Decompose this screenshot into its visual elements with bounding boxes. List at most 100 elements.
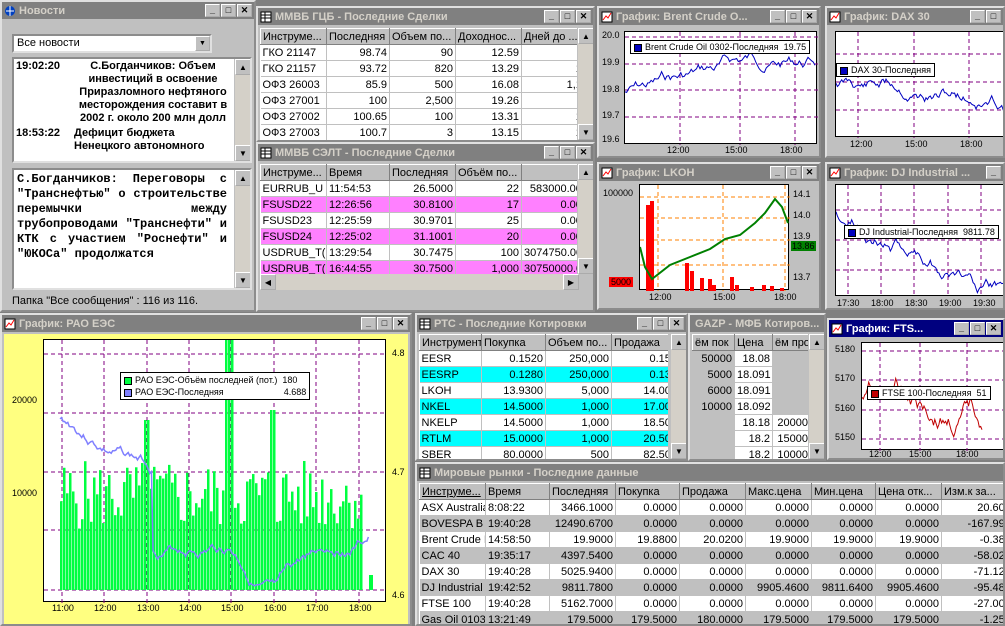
- table-row[interactable]: ОФЗ 2600385.950016.081,13: [260, 76, 579, 93]
- table-row[interactable]: SBER80.000050082.500: [419, 446, 668, 459]
- scroll-down-icon[interactable]: ▼: [671, 443, 686, 459]
- close-icon[interactable]: ✕: [393, 317, 408, 330]
- selt-col-header[interactable]: Последняя: [389, 164, 456, 181]
- minimize-icon[interactable]: _: [986, 166, 1001, 179]
- world-col-header[interactable]: Цена отк...: [875, 483, 942, 500]
- scroll-up-icon[interactable]: ▲: [809, 334, 824, 350]
- world-col-header[interactable]: Покупка: [615, 483, 680, 500]
- gcb-col-header[interactable]: Инструме...: [260, 28, 327, 45]
- maximize-icon[interactable]: □: [786, 10, 801, 23]
- world-col-header[interactable]: Макс.цена: [745, 483, 812, 500]
- gazp-titlebar[interactable]: GAZP - МФБ Котиров...: [690, 315, 824, 332]
- table-row[interactable]: CAC 40 19:35:17 4397.5400 0.0000 0.0000 0.000…: [419, 547, 1003, 564]
- scroll-up-icon[interactable]: ▲: [578, 28, 593, 44]
- world-col-header[interactable]: Последняя: [549, 483, 616, 500]
- table-row[interactable]: FSUSD2412:25:0231.1001200.000: [260, 228, 579, 245]
- table-row[interactable]: 10000 18.092: [692, 398, 810, 415]
- selt-col-header[interactable]: Инструме...: [260, 164, 327, 181]
- gcb-titlebar[interactable]: ММВБ ГЦБ - Последние Сделки _ □ ✕: [258, 8, 593, 25]
- table-row[interactable]: ОФЗ 27002100.6510013.3110: [260, 108, 579, 125]
- maximize-icon[interactable]: □: [653, 317, 668, 330]
- maximize-icon[interactable]: □: [986, 10, 1001, 23]
- table-row[interactable]: FSUSD2312:25:5930.9701250.000: [260, 212, 579, 229]
- table-row[interactable]: RTLM15.00001,00020.500: [419, 430, 668, 447]
- rts-col-header[interactable]: Инструмент: [419, 334, 482, 351]
- maximize-icon[interactable]: □: [786, 166, 801, 179]
- table-row[interactable]: 18.2 10000: [692, 446, 810, 459]
- table-row[interactable]: EURRUB_U11:54:5326.500022583000.000: [260, 180, 579, 197]
- gcb-col-header[interactable]: Объем по...: [389, 28, 456, 45]
- gcb-col-header[interactable]: Доходнос...: [455, 28, 522, 45]
- news-item[interactable]: 19:02:20 С.Богданчиков: Объем инвестиций…: [14, 59, 250, 126]
- world-col-header[interactable]: Мин.цена: [811, 483, 876, 500]
- world-col-header[interactable]: Продажа: [679, 483, 746, 500]
- gcb-col-header[interactable]: Дней до ...: [521, 28, 579, 45]
- close-icon[interactable]: ✕: [237, 4, 252, 17]
- table-row[interactable]: EESR0.1520250,0000.152: [419, 350, 668, 367]
- scroll-up-icon[interactable]: ▲: [235, 170, 250, 186]
- news-list[interactable]: 19:02:20 С.Богданчиков: Объем инвестиций…: [12, 57, 252, 163]
- ftse-titlebar[interactable]: График: FTS... _ □ ✕: [829, 320, 1003, 337]
- table-row[interactable]: DJ Industrial 19:42:52 9811.7800 0.0000 0.00…: [419, 579, 1003, 596]
- minimize-icon[interactable]: _: [637, 317, 652, 330]
- minimize-icon[interactable]: _: [770, 166, 785, 179]
- table-row[interactable]: 6000 18.091: [692, 382, 810, 399]
- news-body[interactable]: С.Богданчиков: Переговоры с "Транснефтью…: [12, 168, 252, 290]
- table-row[interactable]: NKEL14.50001,00017.000: [419, 398, 668, 415]
- gazp-col-header[interactable]: Цена: [734, 334, 773, 351]
- rao-titlebar[interactable]: График: РАО ЕЭС _ □ ✕: [2, 315, 410, 332]
- table-row[interactable]: ГКО 2114798.749012.593: [260, 44, 579, 61]
- table-row[interactable]: FSUSD2212:26:5630.8100170.000: [260, 196, 579, 213]
- table-row[interactable]: USDRUB_T(16:44:5530.75001,00030750000.00…: [260, 260, 579, 274]
- news-list-scrollbar[interactable]: ▲ ▼: [234, 59, 250, 161]
- minimize-icon[interactable]: _: [770, 10, 785, 23]
- close-icon[interactable]: ✕: [669, 317, 684, 330]
- minimize-icon[interactable]: _: [970, 10, 985, 23]
- brent-chart[interactable]: Brent Crude Oil 0302-Последняя 19.75: [624, 31, 818, 145]
- table-row[interactable]: ГКО 2115793.7282013.2918: [260, 60, 579, 77]
- table-row[interactable]: 5000 18.091: [692, 366, 810, 383]
- rts-col-header[interactable]: Продажа: [611, 334, 668, 351]
- table-row[interactable]: FTSE 100 19:40:28 5162.7000 0.0000 0.0000 0.0…: [419, 595, 1003, 612]
- gcb-scrollbar[interactable]: ▲ ▼: [577, 28, 593, 140]
- rts-scrollbar[interactable]: ▲ ▼: [670, 334, 686, 459]
- gazp-col-header[interactable]: ём про: [772, 334, 810, 351]
- dax-chart[interactable]: DAX 30-Последняя: [835, 31, 1003, 138]
- maximize-icon[interactable]: □: [221, 4, 236, 17]
- table-row[interactable]: 50000 18.08: [692, 350, 810, 367]
- scroll-up-icon[interactable]: ▲: [578, 164, 593, 180]
- table-row[interactable]: LKOH13.93005,00014.000: [419, 382, 668, 399]
- selt-col-header[interactable]: Объём по...: [455, 164, 522, 181]
- rts-titlebar[interactable]: РТС - Последние Котировки _ □ ✕: [417, 315, 686, 332]
- close-icon[interactable]: ✕: [576, 146, 591, 159]
- table-row[interactable]: NKELP14.50001,00018.500: [419, 414, 668, 431]
- close-icon[interactable]: ✕: [802, 10, 817, 23]
- world-col-header[interactable]: Инструме...: [419, 483, 486, 500]
- table-row[interactable]: EESRP0.1280250,0000.130: [419, 366, 668, 383]
- selt-col-header[interactable]: [521, 164, 579, 181]
- selt-titlebar[interactable]: ММВБ СЭЛТ - Последние Сделки _ □ ✕: [258, 144, 593, 161]
- scroll-down-icon[interactable]: ▼: [235, 145, 250, 161]
- table-row[interactable]: USDRUB_T(13:29:5430.74751003074750.000: [260, 244, 579, 261]
- news-body-scrollbar[interactable]: ▲ ▼: [234, 170, 250, 288]
- maximize-icon[interactable]: □: [377, 317, 392, 330]
- table-row[interactable]: 18.18 20000: [692, 414, 810, 431]
- news-item[interactable]: 18:53:22 Дефицит бюджета Ненецкого автон…: [14, 126, 250, 154]
- ftse-chart[interactable]: FTSE 100-Последняя 51: [861, 342, 1003, 451]
- lkoh-chart[interactable]: [639, 184, 790, 291]
- rts-col-header[interactable]: Покупка: [481, 334, 546, 351]
- table-row[interactable]: 18.2 15000: [692, 430, 810, 447]
- selt-hscrollbar[interactable]: ◀ ▶: [260, 274, 579, 290]
- minimize-icon[interactable]: _: [544, 146, 559, 159]
- rts-col-header[interactable]: Объем по...: [545, 334, 612, 351]
- scroll-up-icon[interactable]: ▲: [671, 334, 686, 350]
- brent-titlebar[interactable]: График: Brent Crude О... _ □ ✕: [599, 8, 819, 25]
- lkoh-titlebar[interactable]: График: LKOH _ □ ✕: [599, 164, 819, 181]
- scroll-left-icon[interactable]: ◀: [260, 274, 276, 290]
- scroll-down-icon[interactable]: ▼: [578, 258, 593, 274]
- table-row[interactable]: DAX 30 19:40:28 5025.9400 0.0000 0.0000 0.000…: [419, 563, 1003, 580]
- close-icon[interactable]: ✕: [802, 166, 817, 179]
- maximize-icon[interactable]: □: [970, 322, 985, 335]
- scroll-right-icon[interactable]: ▶: [563, 274, 579, 290]
- gazp-scrollbar[interactable]: ▲ ▼: [808, 334, 824, 459]
